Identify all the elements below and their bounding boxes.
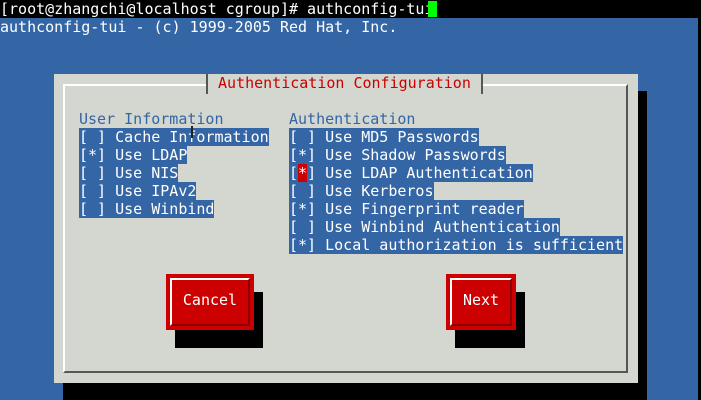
cancel-button-label: Cancel — [170, 278, 250, 326]
focus-marker: * — [298, 164, 308, 182]
option-use-ldap-authentication[interactable]: [*] Use LDAP Authentication — [289, 164, 533, 182]
option-use-ldap[interactable]: [*] Use LDAP — [79, 146, 188, 164]
option-label: Use Winbind — [115, 200, 215, 218]
checkbox: [*] — [289, 236, 317, 254]
checkbox: [ ] — [289, 182, 317, 200]
option-label: Use IPAv2 — [115, 182, 197, 200]
cancel-button[interactable]: Cancel — [166, 274, 254, 330]
user-information-label: User Information — [79, 110, 224, 128]
checkbox: [ ] — [289, 128, 317, 146]
program-banner: authconfig-tui - (c) 1999-2005 Red Hat, … — [0, 18, 398, 36]
option-label: Use LDAP — [115, 146, 188, 164]
option-label: Use NIS — [115, 164, 179, 182]
dialog-title: Authentication Configuration — [206, 74, 483, 94]
option-use-shadow-passwords[interactable]: [*] Use Shadow Passwords — [289, 146, 506, 164]
option-use-ipav2[interactable]: [ ] Use IPAv2 — [79, 182, 197, 200]
checkbox-focused: [*] — [289, 164, 317, 182]
checkbox: [*] — [289, 200, 317, 218]
authentication-label: Authentication — [289, 110, 416, 128]
next-button-label: Next — [450, 278, 512, 326]
checkbox: [ ] — [79, 182, 107, 200]
terminal-cursor — [428, 1, 437, 17]
option-local-authorization-sufficient[interactable]: [*] Local authorization is sufficient — [289, 236, 624, 254]
option-cache-information[interactable]: [ ] Cache Information — [79, 128, 269, 146]
terminal-prompt-bar: [root@zhangchi@localhost cgroup]# authco… — [0, 0, 701, 18]
option-use-winbind-authentication[interactable]: [ ] Use Winbind Authentication — [289, 218, 560, 236]
option-label: Use Winbind Authentication — [325, 218, 560, 236]
option-use-nis[interactable]: [ ] Use NIS — [79, 164, 179, 182]
mouse-text-cursor-icon — [191, 126, 193, 138]
checkbox: [ ] — [79, 164, 107, 182]
option-label: Use Fingerprint reader — [325, 200, 524, 218]
option-label: Local authorization is sufficient — [325, 236, 624, 254]
option-label: Use Kerberos — [325, 182, 434, 200]
option-label: Use LDAP Authentication — [325, 164, 533, 182]
option-label: Use Shadow Passwords — [325, 146, 506, 164]
auth-config-dialog: Authentication Configuration User Inform… — [54, 74, 638, 383]
option-label: Use MD5 Passwords — [325, 128, 479, 146]
checkbox: [*] — [289, 146, 317, 164]
option-use-md5-passwords[interactable]: [ ] Use MD5 Passwords — [289, 128, 479, 146]
checkbox: [ ] — [289, 218, 317, 236]
option-use-fingerprint-reader[interactable]: [*] Use Fingerprint reader — [289, 200, 524, 218]
terminal-prompt: [root@zhangchi@localhost cgroup]# authco… — [0, 0, 434, 18]
checkbox: [*] — [79, 146, 107, 164]
checkbox: [ ] — [79, 200, 107, 218]
next-button[interactable]: Next — [446, 274, 516, 330]
option-use-kerberos[interactable]: [ ] Use Kerberos — [289, 182, 434, 200]
option-use-winbind[interactable]: [ ] Use Winbind — [79, 200, 215, 218]
checkbox: [ ] — [79, 128, 107, 146]
